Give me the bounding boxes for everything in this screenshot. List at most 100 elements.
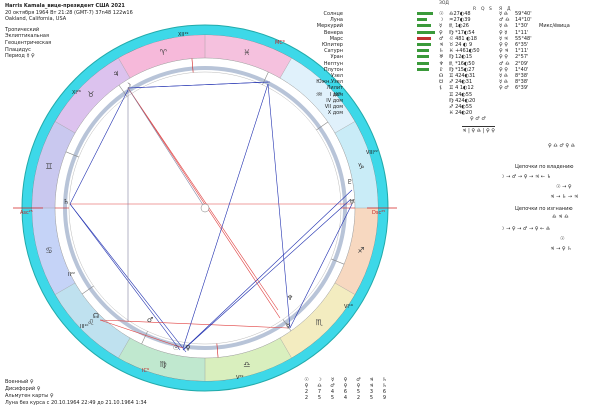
planet-position: ♍ 424◐20 bbox=[449, 97, 476, 104]
planet-marker-icon: ♂ bbox=[147, 316, 153, 324]
chain1-title: Цепочки по владению bbox=[515, 164, 574, 170]
planet-name: I дом bbox=[329, 91, 343, 98]
dignity-bar bbox=[417, 61, 429, 65]
planet-name: Плутон bbox=[323, 66, 343, 73]
dsc-label: Dsc²⁵ bbox=[372, 210, 386, 216]
planet-name: X дом bbox=[327, 110, 343, 117]
dignity-bar bbox=[417, 18, 427, 22]
planet-glyph: ♄ bbox=[439, 48, 444, 55]
house-8-label: VIII²² bbox=[366, 150, 378, 156]
asc-label: Asc²⁵ bbox=[20, 210, 33, 216]
dignity-bar bbox=[417, 43, 431, 46]
planet-note: Микс/ёвица bbox=[539, 23, 570, 30]
chain1-row: ☽ → ♂ → ♀ → ♃ ← ♄ bbox=[500, 174, 552, 180]
planet-orb: 55°48' bbox=[515, 35, 532, 42]
planet-glyph: ♀ bbox=[439, 29, 443, 36]
planet-position: ♐ 24◐55 bbox=[449, 104, 473, 110]
planet-orb: 2°09' bbox=[515, 60, 529, 67]
mini-cell: 5 bbox=[317, 395, 322, 401]
planet-aspect: ☿ ♎ bbox=[499, 11, 509, 17]
planet-glyph: ♅ bbox=[439, 54, 444, 61]
planet-position: ♓ 24◐20 bbox=[449, 110, 473, 117]
mini-cell: 5 bbox=[330, 395, 335, 401]
chain2-title: Цепочки по изгнанию bbox=[515, 206, 573, 212]
planet-glyph: ♇ bbox=[439, 66, 444, 73]
zodiac-sign-icon: ♏ bbox=[316, 318, 324, 327]
planet-aspect: ♂ ♎ bbox=[499, 60, 510, 67]
planet-orb: 1°11' bbox=[515, 48, 529, 55]
chain1-row4: ♃ → ♄ → ♃ bbox=[550, 194, 579, 200]
zodiac-sign-icon: ♈ bbox=[160, 48, 167, 57]
planet-glyph: ☿ bbox=[439, 23, 443, 30]
house-6-label: VI¹⁹ bbox=[344, 304, 353, 310]
planet-position: ♐ 24◐31 bbox=[449, 79, 473, 86]
planet-glyph: ⚸ bbox=[439, 85, 443, 92]
planet-orb: 1°30' bbox=[515, 23, 529, 30]
dignity-bar bbox=[417, 12, 433, 15]
planet-marker-icon: ♇ bbox=[347, 178, 353, 186]
footer-military: Военный ♀ bbox=[5, 379, 34, 385]
col-header-s: S bbox=[489, 7, 492, 12]
planet-name: Сатурн bbox=[324, 48, 343, 55]
house-5-label: V²⁹ bbox=[236, 375, 244, 381]
zodiac-sign-icon: ♊ bbox=[45, 162, 52, 171]
zodiac-sign-icon: ♎ bbox=[243, 360, 250, 369]
col-header-r: R bbox=[473, 7, 477, 12]
chain2-row4: ♃ → ♀ ♄ bbox=[550, 246, 572, 252]
planet-aspect: ♀ ♃ bbox=[499, 48, 509, 55]
house-2-label: II²² bbox=[68, 272, 75, 278]
dignity-mini-table: ☉ ☽ ☿ ♀ ♂ ♃ ♄ ♀ ♎ ♂ ♀ ♀ ♃ ♄ 2 7 4 6 5 3 6 2 5 5 4 2 5 9 bbox=[300, 377, 391, 401]
zodiac-sign-icon: ♐ bbox=[357, 246, 364, 255]
planet-marker-icon: ☉ bbox=[173, 344, 179, 352]
planet-name: VII дом bbox=[324, 104, 343, 110]
mini-cell: 4 bbox=[343, 395, 348, 401]
planet-marker-icon: ☊ bbox=[93, 312, 99, 320]
planet-name: Венера bbox=[323, 29, 343, 36]
planet-aspect: ♀ ♂ bbox=[499, 85, 509, 92]
mini-cell: 5 bbox=[369, 395, 374, 401]
dignity-bar bbox=[417, 30, 435, 34]
planet-position: ♌ 481 ◐18 bbox=[449, 35, 477, 42]
planet-name: Меркурий bbox=[316, 23, 343, 30]
planet-aspect: ☿ ♎ bbox=[499, 23, 509, 30]
footer-dispositor: Дисифорий ♀ bbox=[5, 386, 41, 392]
planet-glyph: ☉ bbox=[439, 11, 444, 17]
zodiac-sign-icon: ♍ bbox=[160, 360, 167, 369]
planet-name: Южн.Узел bbox=[316, 79, 343, 86]
planet-glyph: ♃ bbox=[439, 42, 444, 48]
planet-orb: 1°40' bbox=[515, 66, 529, 73]
mini-cell: 9 bbox=[382, 395, 387, 401]
planet-marker-icon: ♃ bbox=[113, 70, 119, 78]
mini-cell: 2 bbox=[304, 395, 309, 401]
chain2-row1: ♎ ♃ ♎ bbox=[552, 214, 569, 220]
house-11-label: XI²⁶ bbox=[72, 90, 81, 96]
planet-marker-icon: ♆ bbox=[287, 294, 293, 302]
house-12-label: XII¹⁹ bbox=[178, 32, 189, 38]
chain2-row2: ☽ → ♀ → ♂ → ♀ ← ♎ bbox=[500, 226, 551, 232]
planet-position: ♊ 424◐31 bbox=[449, 73, 476, 79]
col-header-zodiac: ЗОД bbox=[439, 1, 449, 6]
planet-position: ♏ 1◐26 bbox=[449, 23, 469, 30]
planet-marker-icon: ☿ bbox=[286, 322, 290, 330]
planet-name: Солнце bbox=[323, 11, 344, 17]
planet-position: ♍ 12◐15 bbox=[449, 54, 473, 61]
planet-aspect: ☿ ♃ bbox=[499, 35, 509, 42]
mini-cell: 2 bbox=[356, 395, 361, 401]
planet-aspect: ♀ ♀ bbox=[499, 66, 508, 73]
planet-name: Нептун bbox=[323, 60, 343, 67]
planet-aspect: ♀ ♀ bbox=[499, 54, 508, 61]
footer-void-moon: Луна без курса с 20.10.1964 22:49 до 21.… bbox=[5, 400, 147, 406]
planet-orb: 8°38' bbox=[515, 73, 529, 79]
zodiac-sign-icon: ♓ bbox=[243, 48, 250, 57]
dignity-bar bbox=[417, 49, 429, 53]
chain2-row3: ☉ bbox=[560, 236, 565, 242]
planet-aspect: ☿ ♎ bbox=[499, 73, 509, 79]
planet-position: ♒27◐39 bbox=[449, 17, 471, 24]
planet-position: ♉ 24 ◐ 9 bbox=[449, 42, 473, 48]
footer-almuten: Альмутен карты ♀ bbox=[5, 393, 54, 399]
formula-top: ♀ ♂ ♂ bbox=[470, 116, 486, 122]
planet-position: ♓ +461◐50 bbox=[449, 48, 480, 55]
planet-position: ♊ 4 1◐12 bbox=[449, 85, 474, 92]
planet-glyph: ☽ bbox=[439, 17, 444, 24]
planet-position: ♎27◐48 bbox=[449, 11, 471, 17]
